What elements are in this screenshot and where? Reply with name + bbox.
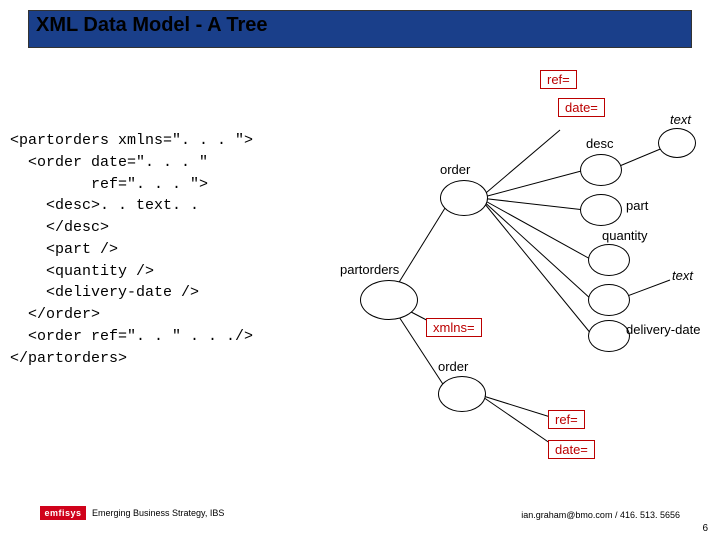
- node-partorders: [360, 280, 418, 320]
- label-part: part: [626, 198, 648, 213]
- node-order2: [438, 376, 486, 412]
- slide-title: XML Data Model - A Tree: [36, 14, 268, 37]
- footer-org: Emerging Business Strategy, IBS: [92, 508, 224, 518]
- attr-ref-top: ref=: [540, 70, 577, 89]
- label-text2: text: [672, 268, 693, 283]
- tree-diagram: ref= date= xmlns= ref= date= partorders …: [330, 70, 710, 470]
- logo: emfisys: [40, 506, 86, 520]
- attr-xmlns: xmlns=: [426, 318, 482, 337]
- attr-ref-bottom: ref=: [548, 410, 585, 429]
- page-number: 6: [702, 523, 708, 534]
- node-text1: [658, 128, 696, 158]
- node-desc: [580, 154, 622, 186]
- label-text1: text: [670, 112, 691, 127]
- node-text2: [588, 284, 630, 316]
- node-order1: [440, 180, 488, 216]
- label-desc: desc: [586, 136, 613, 151]
- attr-date-top: date=: [558, 98, 605, 117]
- node-part: [580, 194, 622, 226]
- node-quantity: [588, 244, 630, 276]
- footer-contact: ian.graham@bmo.com / 416. 513. 5656: [521, 510, 680, 520]
- node-delivery-date: [588, 320, 630, 352]
- attr-date-bottom: date=: [548, 440, 595, 459]
- xml-code-block: <partorders xmlns=". . . "> <order date=…: [10, 130, 350, 369]
- footer-left: emfisys Emerging Business Strategy, IBS: [40, 506, 224, 520]
- label-partorders: partorders: [340, 262, 399, 277]
- label-quantity: quantity: [602, 228, 648, 243]
- label-order1: order: [440, 162, 470, 177]
- label-order2: order: [438, 359, 468, 374]
- label-delivery-date: delivery-date: [626, 322, 700, 337]
